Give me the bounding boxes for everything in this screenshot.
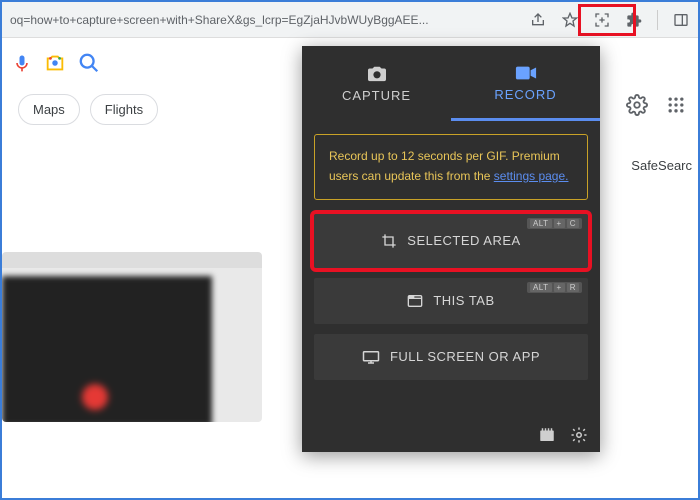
this-tab-label: THIS TAB xyxy=(433,293,494,308)
search-icon[interactable] xyxy=(78,52,100,74)
share-icon[interactable] xyxy=(529,11,547,29)
this-tab-shortcut: ALT+R xyxy=(527,282,582,293)
selected-area-button[interactable]: SELECTED AREA ALT+C xyxy=(314,214,588,268)
thumbnail-dark-area xyxy=(2,276,212,422)
info-notice: Record up to 12 seconds per GIF. Premium… xyxy=(314,134,588,200)
extensions-puzzle-icon[interactable] xyxy=(625,11,643,29)
vertical-divider xyxy=(657,10,658,30)
side-panel-icon[interactable] xyxy=(672,11,690,29)
panel-tabs: CAPTURE RECORD xyxy=(302,46,600,120)
camera-icon xyxy=(366,64,388,82)
this-tab-button[interactable]: THIS TAB ALT+R xyxy=(314,278,588,324)
selected-area-shortcut: ALT+C xyxy=(527,218,582,229)
capture-extension-icon[interactable] xyxy=(593,11,611,29)
full-screen-button[interactable]: FULL SCREEN OR APP xyxy=(314,334,588,380)
selected-area-label: SELECTED AREA xyxy=(407,233,520,248)
settings-page-link[interactable]: settings page. xyxy=(494,169,569,183)
voice-search-icon[interactable] xyxy=(12,53,32,73)
record-actions: SELECTED AREA ALT+C THIS TAB ALT+R FULL … xyxy=(302,214,600,380)
tab-record-label: RECORD xyxy=(494,87,556,102)
chip-flights[interactable]: Flights xyxy=(90,94,158,125)
panel-settings-icon[interactable] xyxy=(570,426,588,444)
chip-maps[interactable]: Maps xyxy=(18,94,80,125)
settings-gear-icon[interactable] xyxy=(626,94,648,121)
tab-capture-label: CAPTURE xyxy=(342,88,411,103)
bookmark-star-icon[interactable] xyxy=(561,11,579,29)
monitor-icon xyxy=(362,350,380,364)
result-thumbnail[interactable] xyxy=(2,252,262,422)
url-text: oq=how+to+capture+screen+with+ShareX&gs_… xyxy=(10,13,519,27)
image-search-icon[interactable] xyxy=(44,52,66,74)
full-screen-label: FULL SCREEN OR APP xyxy=(390,349,540,364)
active-tab-underline xyxy=(451,118,600,121)
crop-icon xyxy=(381,233,397,249)
capture-extension-panel: CAPTURE RECORD Record up to 12 seconds p… xyxy=(302,46,600,452)
browser-toolbar-icons xyxy=(529,10,690,30)
panel-footer xyxy=(538,426,588,444)
browser-address-bar: oq=how+to+capture+screen+with+ShareX&gs_… xyxy=(2,2,698,38)
page-header-right xyxy=(626,94,686,121)
tab-icon xyxy=(407,294,423,308)
safesearch-label[interactable]: SafeSearc xyxy=(631,158,692,173)
video-icon xyxy=(515,65,537,81)
thumbnail-red-dot xyxy=(82,384,108,410)
tab-record[interactable]: RECORD xyxy=(451,46,600,120)
tab-capture[interactable]: CAPTURE xyxy=(302,46,451,120)
apps-grid-icon[interactable] xyxy=(666,95,686,120)
recordings-icon[interactable] xyxy=(538,426,556,444)
